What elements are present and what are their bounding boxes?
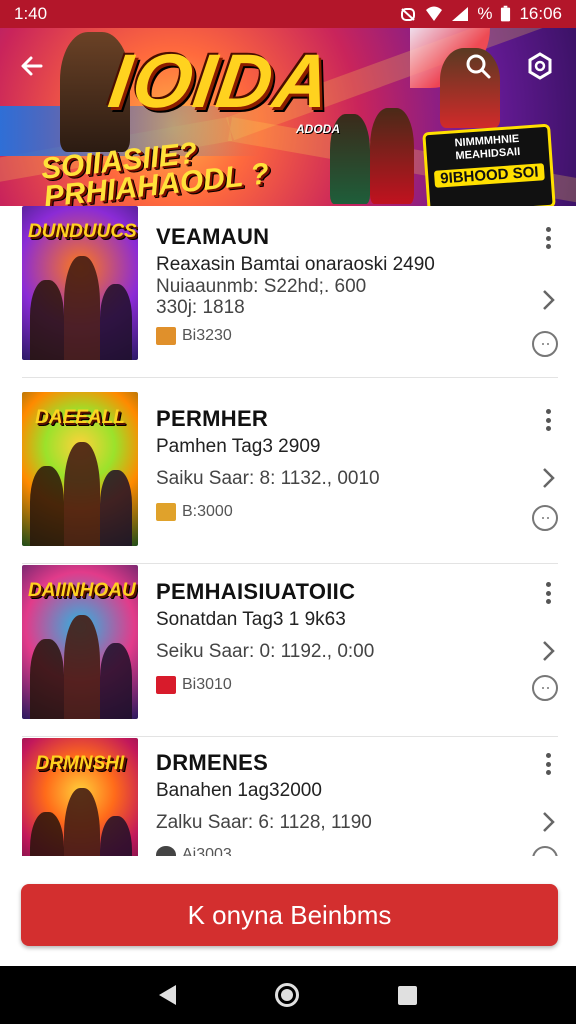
promo-box[interactable]: NIMMMHNIE MEAHIDSAII 9IBHOOD SOI [422,123,556,206]
list-item[interactable]: DUNDUUCS VEAMAUN Reaxasin Bamtai onaraos… [0,206,576,378]
banner-title: IOIDA [104,39,338,124]
comment-icon[interactable] [532,505,558,531]
item-meta: Bi3010 [156,676,232,694]
chevron-right-icon[interactable] [538,810,558,834]
more-options-button[interactable] [538,406,558,434]
item-meta: B:3000 [156,503,233,521]
item-title: PEMHAISIUATOIIC [156,579,356,604]
wifi-icon [426,6,443,21]
item-subtitle: Sonatdan Tag3 1 9k63 [156,609,346,630]
thumbnail-figure [64,788,100,856]
promo-price: 9IBHOOD SOI [433,163,545,188]
status-icons: % 16:06 [399,4,562,24]
system-nav-bar [0,966,576,1024]
alarm-icon [401,8,416,21]
thumbnail-figure [30,280,64,360]
item-title: PERMHER [156,406,269,431]
battery-icon [501,5,511,22]
comment-icon[interactable] [532,846,558,856]
thumbnail-title: DUNDUUCS [28,221,137,242]
item-title: VEAMAUN [156,224,270,249]
item-details: Seiku Saar: 0: 1192., 0:00 [156,641,375,662]
list-item[interactable]: DAIINHOAU PEMHAISIUATOIIC Sonatdan Tag3 … [0,565,576,737]
settings-button[interactable] [522,48,558,84]
item-subtitle: Reaxasin Bamtai onaraoski 2490 [156,254,435,275]
banner-small-text: ADODA [296,122,340,136]
arrow-left-icon [21,56,43,76]
thumbnail-title: DAEEALL [35,407,125,428]
thumbnail-figure [30,639,64,719]
item-subtitle: Banahen 1ag32000 [156,780,322,801]
item-details-extra: 330j: 1818 [156,297,245,318]
thumbnail-figure [100,284,132,360]
status-bar: 1:40 % 16:06 [0,0,576,28]
item-details: Zalku Saar: 6: 1128, 1190 [156,812,372,833]
back-button[interactable] [14,48,50,84]
chevron-right-icon[interactable] [538,288,558,312]
more-options-button[interactable] [538,750,558,778]
thumbnail-figure [64,615,100,719]
nav-back-icon[interactable] [159,985,177,1005]
search-button[interactable] [460,48,496,84]
divider [22,563,558,564]
item-meta-text: Bi3010 [182,676,232,693]
profile-icon [156,846,176,856]
thumbnail-figure [100,470,132,546]
thumbnail-figure [64,442,100,546]
status-clock: 16:06 [519,4,562,23]
item-meta-text: Ai3003 [182,846,232,856]
gear-icon [528,52,552,80]
item-subtitle: Pamhen Tag3 2909 [156,436,321,457]
item-details: Saiku Saar: 8: 1132., 0010 [156,468,380,489]
divider [22,736,558,737]
item-meta-text: B:3000 [182,503,233,520]
item-meta: Bi3230 [156,327,232,345]
nav-recents-icon[interactable] [397,985,417,1005]
more-options-button[interactable] [538,224,558,252]
chevron-right-icon[interactable] [538,639,558,663]
list-item[interactable]: DAEEALL PERMHER Pamhen Tag3 2909 Saiku S… [0,392,576,564]
search-icon [466,54,491,79]
chevron-right-icon[interactable] [538,466,558,490]
thumbnail-figure [30,466,64,546]
divider [22,377,558,378]
play-icon [156,676,176,694]
item-thumbnail[interactable]: DAIINHOAU [22,565,138,719]
comment-icon[interactable] [532,331,558,357]
comment-icon[interactable] [532,675,558,701]
thumbnail-figure [100,643,132,719]
thumbnail-title: DAIINHOAU [28,580,136,601]
nav-home-icon[interactable] [274,983,299,1007]
item-details: Nuiaaunmb: S22hd;. 600 [156,276,367,297]
item-thumbnail[interactable]: DAEEALL [22,392,138,546]
star-icon [156,503,176,521]
item-meta-text: Bi3230 [182,327,232,344]
more-options-button[interactable] [538,579,558,607]
thumbnail-figure [30,812,64,856]
content-list: DUNDUUCS VEAMAUN Reaxasin Bamtai onaraos… [0,206,576,856]
item-thumbnail[interactable]: DUNDUUCS [22,206,138,360]
gift-icon [156,327,176,345]
signal-icon [452,7,469,21]
thumbnail-figure [100,816,132,856]
list-item[interactable]: DRMNSHI DRMENES Banahen 1ag32000 Zalku S… [0,738,576,856]
battery-percent: % [477,4,493,23]
banner-character [370,108,414,204]
item-thumbnail[interactable]: DRMNSHI [22,738,138,856]
status-time: 1:40 [14,4,48,23]
primary-action-button[interactable]: K onyna Beinbms [21,884,558,946]
item-title: DRMENES [156,750,269,775]
thumbnail-figure [64,256,100,360]
item-meta: Ai3003 [156,846,232,856]
thumbnail-title: DRMNSHI [35,753,125,774]
